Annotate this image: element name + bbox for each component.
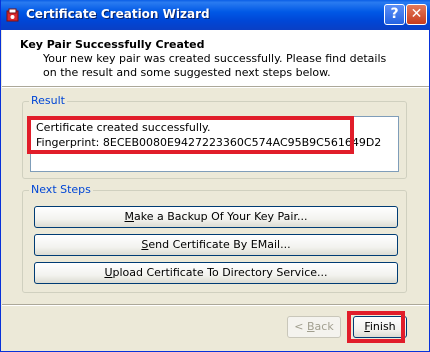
back-button[interactable]: < Back <box>287 316 341 338</box>
page-description: Your new key pair was created successful… <box>43 52 387 79</box>
close-button[interactable]: ✕ <box>406 4 427 25</box>
button-label-accel: M <box>124 210 135 223</box>
button-label-post: end Certificate By EMail... <box>148 238 291 251</box>
next-steps-group-label: Next Steps <box>29 183 93 196</box>
upload-certificate-directory-button[interactable]: Upload Certificate To Directory Service.… <box>34 262 398 284</box>
help-button[interactable]: ? <box>384 4 405 25</box>
wizard-header: Key Pair Successfully Created Your new k… <box>2 30 429 86</box>
wizard-window: Certificate Creation Wizard ? ✕ Key Pair… <box>0 0 430 352</box>
result-group-label: Result <box>29 94 67 107</box>
certificate-icon <box>6 8 19 22</box>
back-label-pre: < <box>294 320 307 333</box>
window-title: Certificate Creation Wizard <box>26 7 210 21</box>
back-label-accel: B <box>307 320 315 333</box>
page-title: Key Pair Successfully Created <box>20 38 205 51</box>
result-highlight-box <box>27 116 354 154</box>
finish-highlight-box <box>347 311 405 343</box>
title-bar[interactable]: Certificate Creation Wizard ? ✕ <box>1 0 430 30</box>
backup-key-pair-button[interactable]: Make a Backup Of Your Key Pair... <box>34 206 398 228</box>
back-label-post: ack <box>314 320 334 333</box>
footer-divider <box>2 304 429 306</box>
send-certificate-email-button[interactable]: Send Certificate By EMail... <box>34 234 398 256</box>
header-divider <box>2 86 429 88</box>
button-label-post: pload Certificate To Directory Service..… <box>112 266 328 279</box>
button-label-post: ake a Backup Of Your Key Pair... <box>134 210 308 223</box>
button-label-accel: U <box>104 266 113 279</box>
